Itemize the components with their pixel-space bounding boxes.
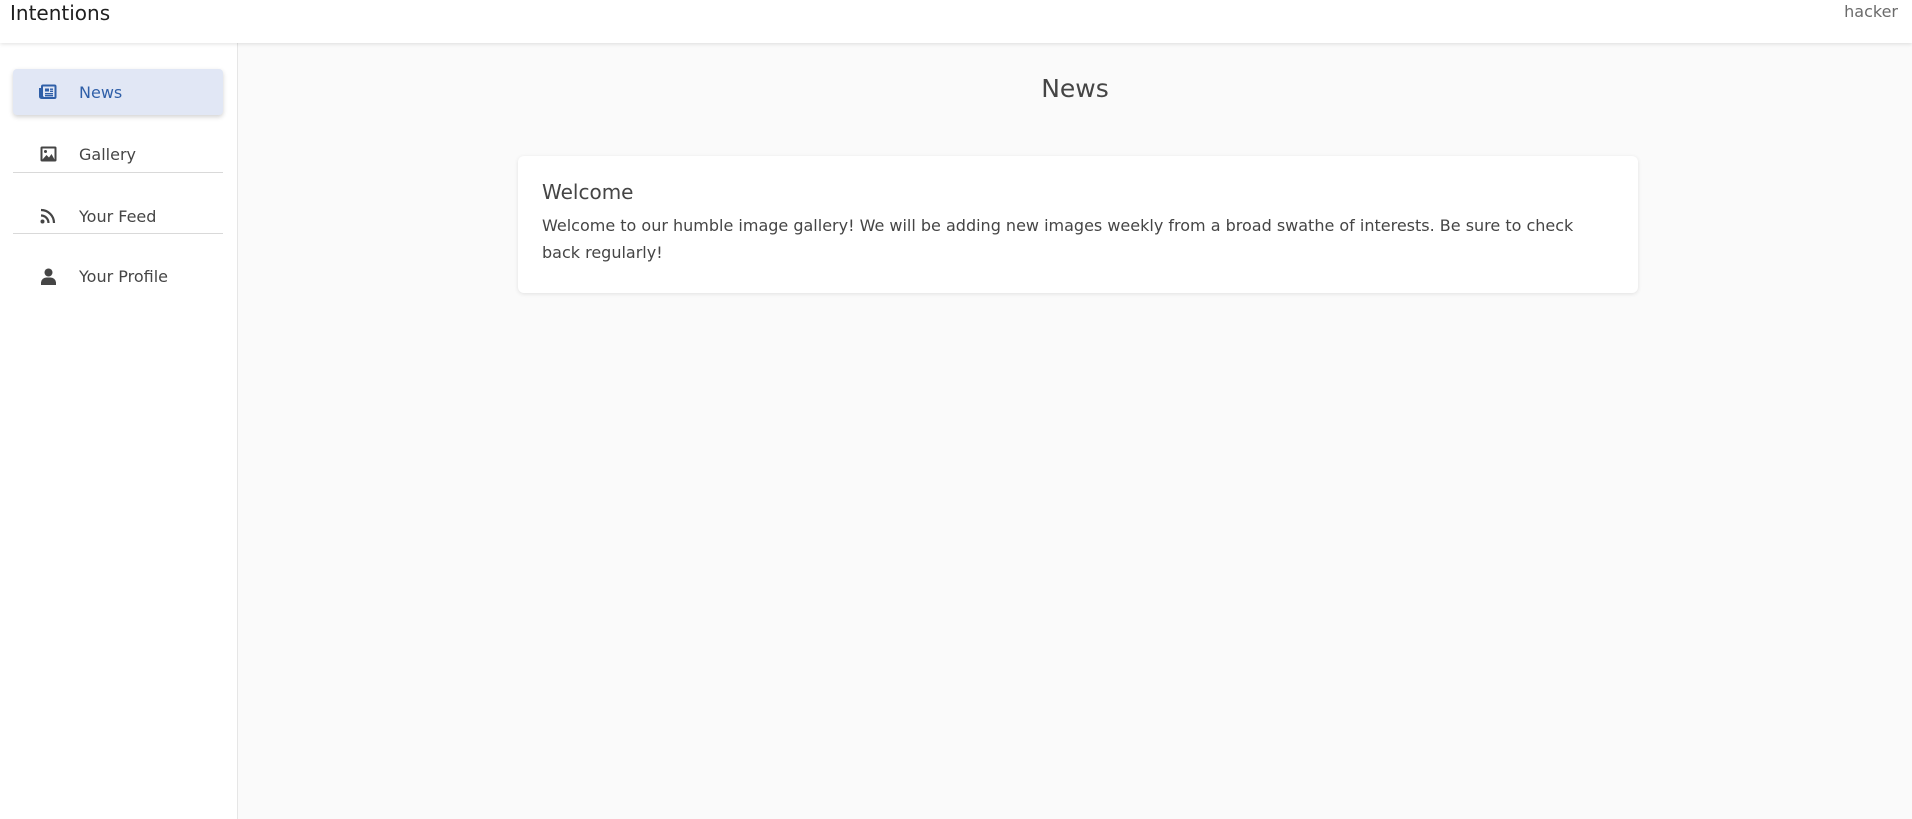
sidebar-item-label: Your Feed <box>79 206 157 226</box>
sidebar-item-label: Gallery <box>79 144 136 164</box>
sidebar-divider <box>13 233 223 234</box>
app-title: Intentions <box>10 1 111 25</box>
image-icon <box>38 144 58 164</box>
top-app-bar: Intentions hacker <box>0 0 1912 43</box>
newspaper-icon <box>38 82 58 102</box>
sidebar: News Gallery Your Feed Your Profile <box>0 43 238 819</box>
sidebar-item-your-profile[interactable]: Your Profile <box>13 253 223 299</box>
news-card-title: Welcome <box>542 180 634 204</box>
news-card-body: Welcome to our humble image gallery! We … <box>542 216 1574 262</box>
sidebar-divider <box>13 172 223 173</box>
sidebar-item-gallery[interactable]: Gallery <box>13 131 223 177</box>
sidebar-item-news[interactable]: News <box>13 69 223 115</box>
rss-icon <box>38 206 58 226</box>
sidebar-item-label: Your Profile <box>79 266 168 286</box>
news-card: Welcome Welcome to our humble image gall… <box>518 156 1638 293</box>
sidebar-item-label: News <box>79 82 123 102</box>
page-title: News <box>1041 74 1109 103</box>
user-icon <box>38 266 58 286</box>
username-label[interactable]: hacker <box>1844 2 1898 22</box>
